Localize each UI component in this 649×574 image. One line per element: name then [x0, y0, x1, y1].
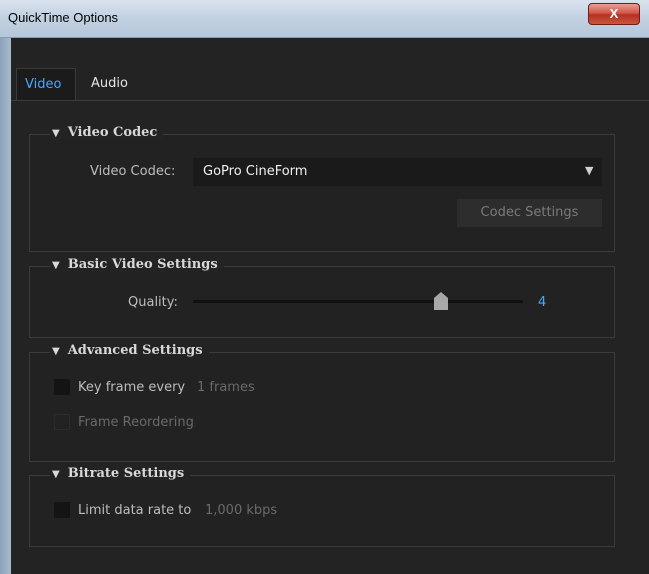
keyframe-value[interactable]: 1 frames — [197, 380, 255, 395]
section-title: Advanced Settings — [67, 343, 203, 358]
section-title: Basic Video Settings — [67, 257, 218, 272]
video-codec-label: Video Codec: — [90, 164, 176, 179]
collapse-triangle-icon: ▼ — [52, 346, 60, 357]
close-button[interactable]: X — [588, 3, 640, 25]
video-codec-dropdown[interactable]: GoPro CineForm ▼ — [193, 158, 602, 186]
basic-video-settings-header[interactable]: ▼ Basic Video Settings — [50, 257, 224, 272]
video-codec-section: ▼ Video Codec — [29, 125, 615, 252]
quicktime-options-window: QuickTime Options X Video Audio ▼ Video C… — [0, 0, 649, 574]
section-title: Video Codec — [67, 125, 158, 140]
dropdown-arrow-icon: ▼ — [585, 164, 594, 177]
bitrate-settings-header[interactable]: ▼ Bitrate Settings — [50, 466, 191, 481]
title-bar[interactable]: QuickTime Options X — [0, 0, 649, 38]
tab-video[interactable]: Video — [16, 68, 76, 100]
video-codec-header[interactable]: ▼ Video Codec — [50, 125, 164, 140]
slider-thumb-icon[interactable] — [434, 292, 448, 310]
collapse-triangle-icon: ▼ — [52, 128, 60, 139]
window-title: QuickTime Options — [8, 10, 119, 25]
frame-reordering-checkbox[interactable] — [54, 414, 70, 430]
limit-data-rate-checkbox[interactable] — [54, 502, 70, 518]
keyframe-label: Key frame every — [78, 380, 186, 395]
codec-settings-button[interactable]: Codec Settings — [457, 199, 602, 227]
collapse-triangle-icon: ▼ — [52, 469, 60, 480]
frame-reordering-label: Frame Reordering — [78, 415, 194, 430]
keyframe-checkbox[interactable] — [54, 379, 70, 395]
tab-audio[interactable]: Audio — [83, 68, 145, 100]
advanced-settings-section: ▼ Advanced Settings — [29, 343, 615, 462]
quality-slider-track[interactable] — [193, 300, 523, 303]
close-icon: X — [609, 6, 619, 21]
quality-label: Quality: — [128, 295, 178, 310]
collapse-triangle-icon: ▼ — [52, 260, 60, 271]
section-title: Bitrate Settings — [67, 466, 185, 481]
quality-value[interactable]: 4 — [538, 295, 546, 310]
window-frame-left — [0, 38, 11, 574]
limit-data-rate-label: Limit data rate to — [78, 503, 192, 518]
tab-bar: Video Audio — [11, 68, 649, 101]
limit-data-rate-value[interactable]: 1,000 kbps — [205, 503, 277, 518]
advanced-settings-header[interactable]: ▼ Advanced Settings — [50, 343, 209, 358]
video-codec-value: GoPro CineForm — [203, 164, 308, 179]
